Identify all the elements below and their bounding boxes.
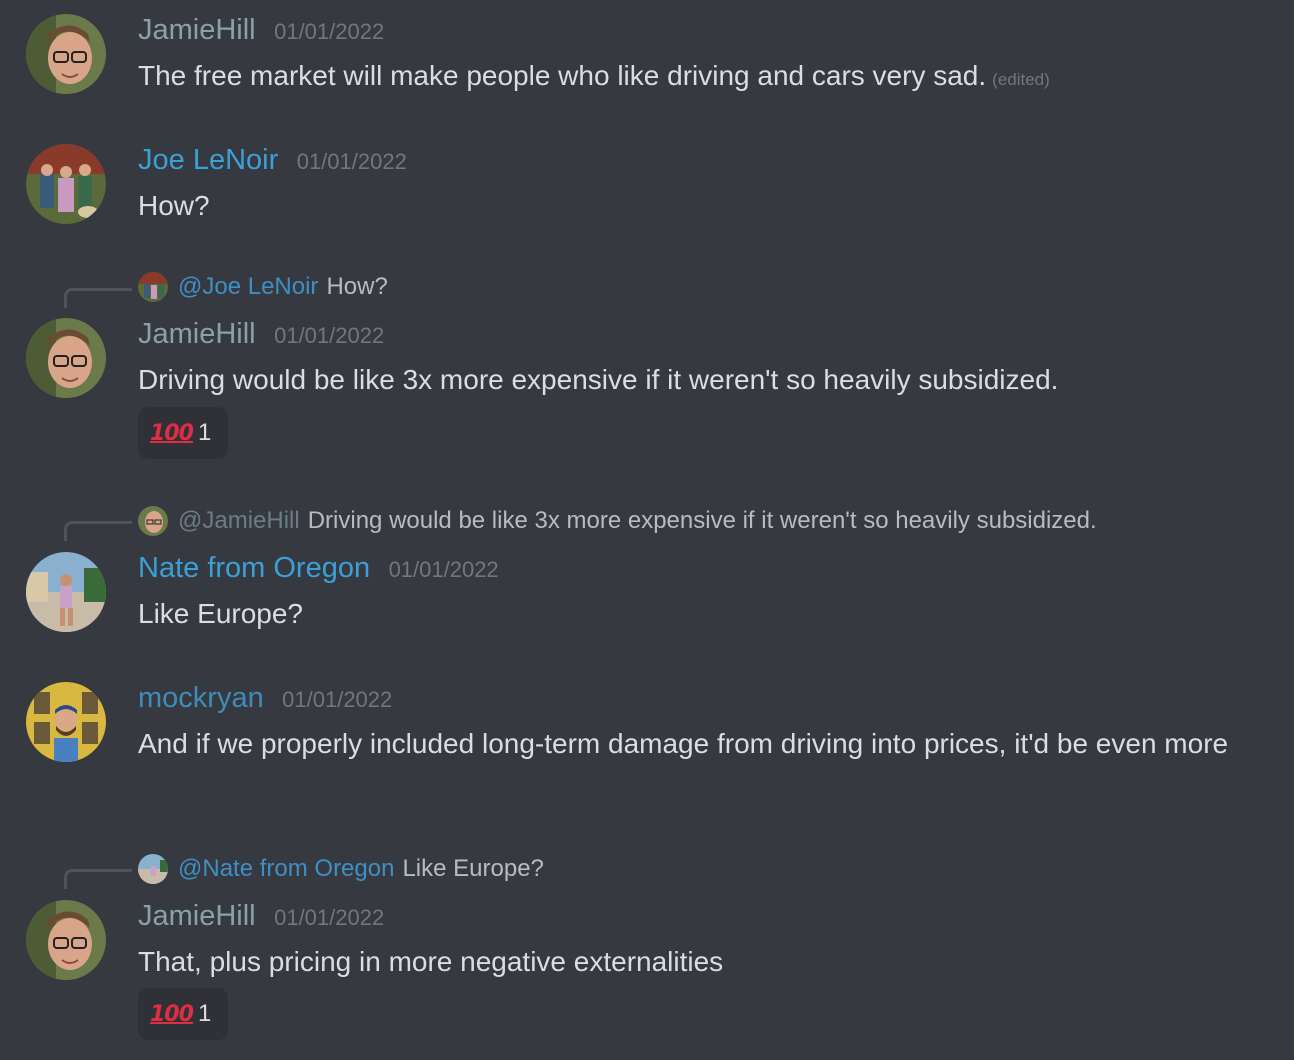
reply-preview[interactable]: @JamieHill Driving would be like 3x more… [138, 506, 1097, 536]
author-name[interactable]: Nate from Oregon [138, 552, 370, 585]
timestamp: 01/01/2022 [274, 323, 385, 348]
reply-preview[interactable]: @Joe LeNoir How? [138, 272, 388, 302]
reply-mention[interactable]: @Nate from Oregon [178, 855, 394, 883]
reaction-100[interactable]: 100 1 [138, 988, 228, 1040]
reply-avatar [138, 506, 168, 536]
reply-avatar [138, 854, 168, 884]
reaction-100[interactable]: 100 1 [138, 407, 228, 459]
timestamp: 01/01/2022 [296, 149, 407, 174]
reply-connector [64, 288, 132, 308]
message-content: And if we properly included long-term da… [138, 728, 1229, 759]
avatar-mockryan[interactable] [26, 682, 106, 762]
edited-label: (edited) [992, 70, 1050, 89]
message-content: That, plus pricing in more negative exte… [138, 946, 724, 977]
timestamp: 01/01/2022 [274, 905, 385, 930]
reply-quote: Driving would be like 3x more expensive … [307, 507, 1097, 534]
reply-quote: Like Europe? [402, 855, 544, 882]
reply-connector [64, 869, 132, 889]
reply-avatar [138, 272, 168, 302]
avatar-joe-lenoir[interactable] [26, 144, 106, 224]
author-name[interactable]: Joe LeNoir [138, 144, 278, 177]
reply-connector [64, 521, 132, 541]
reply-mention[interactable]: @Joe LeNoir [178, 273, 318, 301]
message-content: The free market will make people who lik… [138, 60, 987, 91]
timestamp: 01/01/2022 [274, 19, 385, 44]
reply-mention[interactable]: @JamieHill [178, 507, 300, 535]
reply-quote: How? [326, 273, 388, 300]
timestamp: 01/01/2022 [282, 687, 393, 712]
hundred-points-icon: 100 [150, 1001, 194, 1027]
message-content: Like Europe? [138, 598, 304, 629]
avatar-jamiehill[interactable] [26, 14, 106, 94]
author-name[interactable]: JamieHill [138, 318, 256, 351]
message-text: The free market will make people who lik… [138, 54, 1268, 102]
avatar-jamiehill[interactable] [26, 900, 106, 980]
author-name[interactable]: JamieHill [138, 900, 256, 933]
author-name[interactable]: JamieHill [138, 14, 256, 47]
reply-preview[interactable]: @Nate from Oregon Like Europe? [138, 854, 544, 884]
message-content: How? [138, 190, 210, 221]
author-name[interactable]: mockryan [138, 682, 264, 715]
hundred-points-icon: 100 [150, 420, 194, 446]
avatar-jamiehill[interactable] [26, 318, 106, 398]
avatar-nate-from-oregon[interactable] [26, 552, 106, 632]
timestamp: 01/01/2022 [388, 557, 499, 582]
reaction-count: 1 [198, 419, 212, 446]
reaction-count: 1 [198, 1000, 212, 1027]
message-content: Driving would be like 3x more expensive … [138, 364, 1059, 395]
